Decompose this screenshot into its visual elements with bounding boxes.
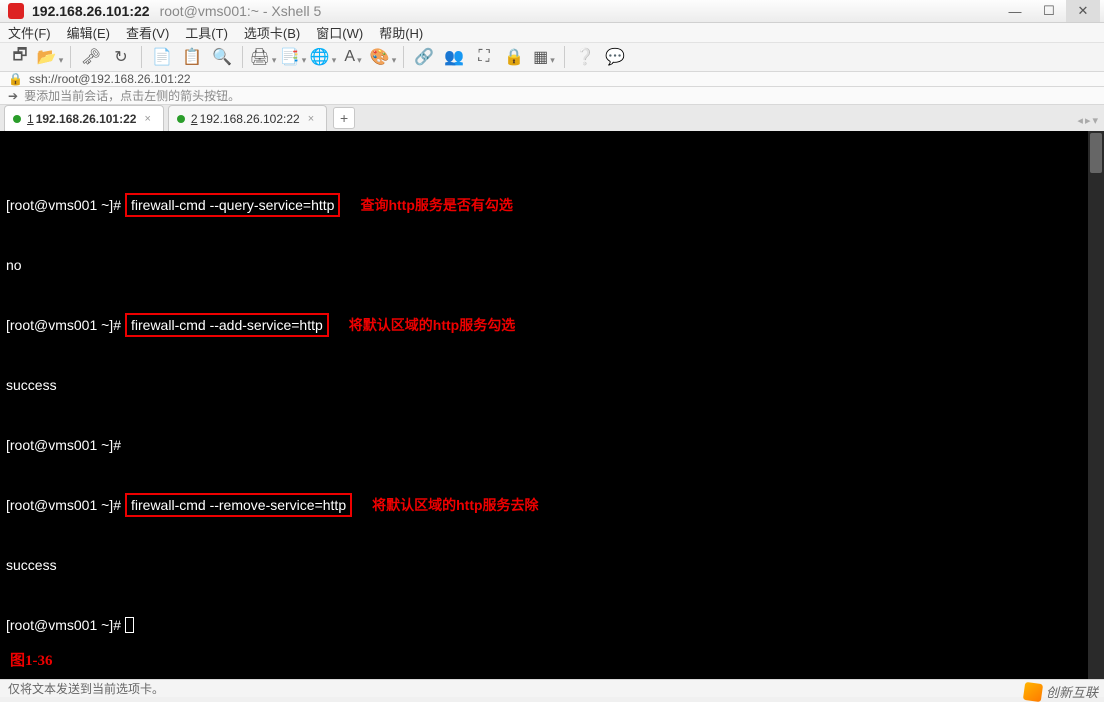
add-tab-button[interactable]: + [333, 107, 355, 129]
key-icon[interactable]: 🗝 [77, 43, 105, 71]
reconnect-icon[interactable]: ↻ [107, 43, 135, 71]
title-bar: 192.168.26.101:22 root@vms001:~ - Xshell… [0, 0, 1104, 23]
title-secondary: root@vms001:~ - Xshell 5 [160, 3, 322, 19]
watermark-logo-icon [1023, 681, 1043, 701]
tab-label: 192.168.26.101:22 [36, 112, 137, 126]
watermark-text: 创新互联 [1046, 682, 1098, 701]
command-2-box: firewall-cmd --add-service=http [125, 313, 329, 337]
annotation-1: 查询http服务是否有勾选 [360, 195, 512, 215]
prompt: [root@vms001 ~]# [6, 495, 121, 515]
status-text: 仅将文本发送到当前选项卡。 [8, 680, 164, 697]
address-bar[interactable]: 🔒 ssh://root@192.168.26.101:22 [0, 72, 1104, 87]
cursor [125, 617, 134, 633]
print-icon[interactable]: 🖨 [249, 43, 277, 71]
minimize-button[interactable]: — [998, 0, 1032, 22]
color-scheme-icon[interactable]: 🎨 [369, 43, 397, 71]
prompt: [root@vms001 ~]# [6, 315, 121, 335]
new-session-icon[interactable]: 🗗 [6, 43, 34, 71]
lock-icon[interactable]: 🔒 [500, 43, 528, 71]
prompt: [root@vms001 ~]# [6, 435, 121, 455]
copy-icon[interactable]: 📄 [148, 43, 176, 71]
toolbar: 🗗 📂 🗝 ↻ 📄 📋 🔍 🖨 📑 🌐 A 🎨 🔗 👥 ⛶ 🔒 ▦ ❔ 💬 [0, 43, 1104, 72]
figure-label: 图1-36 [10, 651, 53, 671]
tab-list-icon[interactable]: ▾ [1092, 114, 1098, 127]
output-3: success [6, 555, 57, 575]
annotation-2: 将默认区域的http服务勾选 [349, 315, 515, 335]
help-icon[interactable]: ❔ [571, 43, 599, 71]
menu-file[interactable]: 文件(F) [8, 23, 51, 42]
tab-number: 2 [191, 112, 198, 126]
session-tab-bar: 1 192.168.26.101:22 × 2 192.168.26.102:2… [0, 105, 1104, 131]
window-buttons: — ☐ ✕ [998, 0, 1100, 22]
globe-icon[interactable]: 🌐 [309, 43, 337, 71]
hint-bar: ➔ 要添加当前会话，点击左侧的箭头按钮。 [0, 87, 1104, 105]
paste-icon[interactable]: 📋 [178, 43, 206, 71]
menu-tab[interactable]: 选项卡(B) [244, 23, 300, 42]
maximize-button[interactable]: ☐ [1032, 0, 1066, 22]
tab-close-icon[interactable]: × [308, 113, 314, 125]
find-icon[interactable]: 🔍 [208, 43, 236, 71]
tab-number: 1 [27, 112, 34, 126]
annotation-3: 将默认区域的http服务去除 [372, 495, 538, 515]
status-bar: 仅将文本发送到当前选项卡。 创新互联 [0, 679, 1104, 697]
font-icon[interactable]: A [339, 43, 367, 71]
toolbar-separator [403, 46, 404, 68]
watermark: 创新互联 [1024, 682, 1098, 701]
arrow-icon[interactable]: ➔ [8, 89, 18, 103]
output-2: success [6, 375, 57, 395]
command-1-box: firewall-cmd --query-service=http [125, 193, 340, 217]
tab-nav: ◂ ▸ ▾ [1077, 114, 1098, 127]
menu-bar: 文件(F) 编辑(E) 查看(V) 工具(T) 选项卡(B) 窗口(W) 帮助(… [0, 23, 1104, 43]
users-icon[interactable]: 👥 [440, 43, 468, 71]
toolbar-separator [242, 46, 243, 68]
feedback-icon[interactable]: 💬 [601, 43, 629, 71]
tab-next-icon[interactable]: ▸ [1085, 114, 1091, 127]
session-tab-1[interactable]: 1 192.168.26.101:22 × [4, 105, 164, 131]
menu-window[interactable]: 窗口(W) [316, 23, 363, 42]
tab-close-icon[interactable]: × [144, 113, 150, 125]
session-tab-2[interactable]: 2 192.168.26.102:22 × [168, 105, 327, 131]
toolbar-separator [141, 46, 142, 68]
prompt: [root@vms001 ~]# [6, 615, 121, 635]
output-1: no [6, 255, 22, 275]
toolbar-separator [564, 46, 565, 68]
tile-icon[interactable]: ▦ [530, 43, 558, 71]
scrollbar-thumb[interactable] [1090, 133, 1102, 173]
toolbar-separator [70, 46, 71, 68]
link-icon[interactable]: 🔗 [410, 43, 438, 71]
fullscreen-icon[interactable]: ⛶ [470, 43, 498, 71]
title-primary: 192.168.26.101:22 [32, 3, 150, 19]
menu-edit[interactable]: 编辑(E) [67, 23, 110, 42]
prompt: [root@vms001 ~]# [6, 195, 121, 215]
lock-icon: 🔒 [8, 72, 23, 86]
close-button[interactable]: ✕ [1066, 0, 1100, 22]
terminal[interactable]: [root@vms001 ~]#firewall-cmd --query-ser… [0, 131, 1104, 679]
menu-help[interactable]: 帮助(H) [379, 23, 423, 42]
tab-prev-icon[interactable]: ◂ [1077, 114, 1083, 127]
hint-text: 要添加当前会话，点击左侧的箭头按钮。 [24, 87, 240, 104]
command-3-box: firewall-cmd --remove-service=http [125, 493, 352, 517]
tab-label: 192.168.26.102:22 [200, 112, 300, 126]
open-icon[interactable]: 📂 [36, 43, 64, 71]
scrollbar[interactable] [1088, 131, 1104, 679]
address-url: ssh://root@192.168.26.101:22 [29, 72, 191, 86]
menu-tools[interactable]: 工具(T) [185, 23, 228, 42]
properties-icon[interactable]: 📑 [279, 43, 307, 71]
app-icon [8, 3, 24, 19]
status-dot-icon [177, 115, 185, 123]
menu-view[interactable]: 查看(V) [126, 23, 169, 42]
status-dot-icon [13, 115, 21, 123]
